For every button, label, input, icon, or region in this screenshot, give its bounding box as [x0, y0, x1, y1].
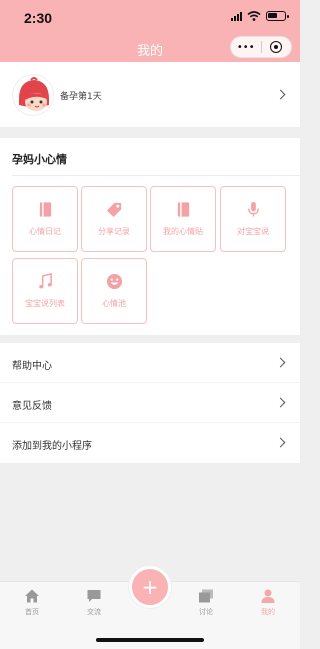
chevron-right-icon: [275, 437, 286, 448]
home-icon: [25, 589, 39, 603]
tile-baby-talk-list[interactable]: 宝宝说列表: [12, 258, 78, 324]
tile-mood-pool[interactable]: 心情池: [81, 258, 147, 324]
chevron-right-icon: [275, 397, 286, 408]
chevron-right-icon: [275, 89, 286, 100]
tile-label: 心情池: [102, 299, 126, 308]
tab-label: 交流: [87, 608, 101, 616]
tile-label: 心情日记: [29, 227, 61, 236]
status-time: 2:30: [24, 10, 53, 26]
menu-item-label: 意见反馈: [12, 401, 52, 412]
mood-section: 孕妈小心情 心情日记 分享记录 我的心情贴 对宝宝说 宝宝说列表 心情池: [0, 138, 300, 335]
tab-label: 我的: [261, 608, 275, 616]
more-button[interactable]: •••: [231, 42, 261, 53]
tag-icon: [106, 202, 121, 218]
chat-icon: [87, 590, 101, 602]
tab-mine[interactable]: 我的: [238, 588, 298, 617]
menu-item-label: 帮助中心: [12, 361, 52, 372]
menu-item-add-to-my-miniprograms[interactable]: 添加到我的小程序: [0, 423, 300, 463]
close-button[interactable]: [262, 41, 292, 53]
tile-label: 宝宝说列表: [25, 299, 65, 308]
avatar-face-icon: [19, 77, 49, 111]
section-title: 孕妈小心情: [12, 153, 67, 166]
chevron-right-icon: [275, 357, 286, 368]
wifi-icon: [247, 11, 261, 21]
menu-item-help-center[interactable]: 帮助中心: [0, 343, 300, 383]
signal-icon: [231, 11, 242, 21]
status-icons: [231, 11, 289, 21]
home-indicator: [96, 638, 204, 642]
tile-mood-diary[interactable]: 心情日记: [12, 186, 78, 252]
tile-label: 对宝宝说: [237, 227, 269, 236]
music-note-icon: [38, 273, 52, 289]
menu-item-label: 添加到我的小程序: [12, 441, 92, 452]
tile-my-mood-stickers[interactable]: 我的心情贴: [150, 186, 216, 252]
tab-chat[interactable]: 交流: [64, 588, 124, 617]
avatar: [12, 74, 54, 116]
tile-label: 我的心情贴: [163, 227, 203, 236]
settings-menu: 帮助中心 意见反馈 添加到我的小程序: [0, 343, 300, 463]
user-icon: [261, 589, 275, 603]
stack-icon: [199, 589, 213, 603]
tile-talk-to-baby[interactable]: 对宝宝说: [220, 186, 286, 252]
tile-share-records[interactable]: 分享记录: [81, 186, 147, 252]
miniprogram-capsule: •••: [230, 36, 292, 58]
smiley-icon: [106, 273, 122, 290]
pregnancy-status: 备孕第1天: [60, 92, 102, 102]
profile-card[interactable]: 备孕第1天: [0, 62, 300, 127]
menu-item-feedback[interactable]: 意见反馈: [0, 383, 300, 423]
book-icon: [39, 202, 51, 217]
add-button[interactable]: +: [129, 566, 171, 608]
tab-home[interactable]: 首页: [2, 588, 62, 617]
target-icon: [270, 41, 283, 53]
tab-label: 首页: [25, 608, 39, 616]
tile-label: 分享记录: [98, 227, 130, 236]
tab-label: 讨论: [199, 608, 213, 616]
book-icon: [177, 202, 189, 217]
microphone-icon: [247, 201, 259, 217]
divider: [12, 175, 300, 176]
header-bar: 2:30 我的 •••: [0, 0, 300, 62]
tab-discuss[interactable]: 讨论: [176, 588, 236, 617]
battery-icon: [266, 11, 289, 21]
